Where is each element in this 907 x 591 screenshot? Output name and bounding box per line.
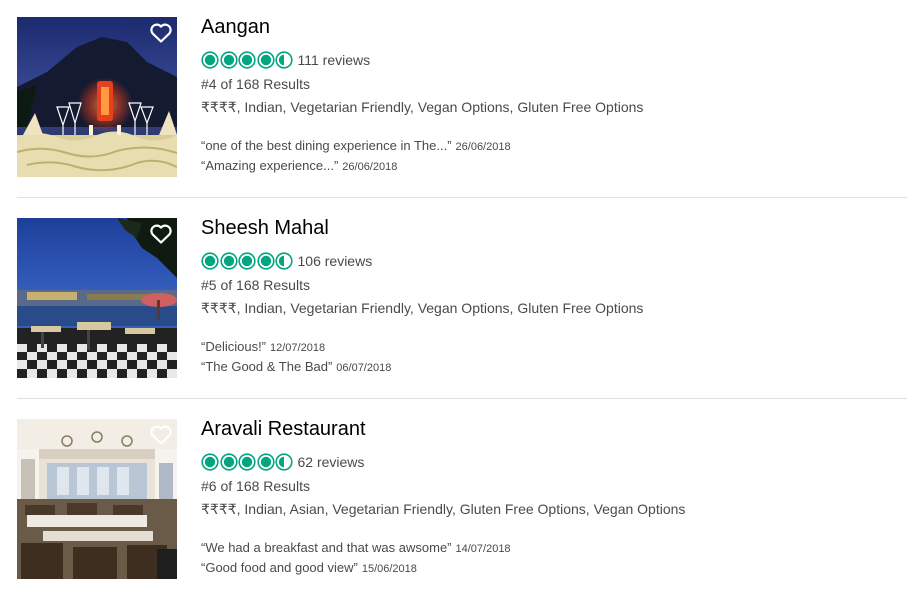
review-count[interactable]: 106 reviews — [298, 253, 373, 269]
rating-bubble — [238, 51, 256, 69]
ranking-text: #6 of 168 Results — [201, 478, 310, 494]
heart-icon[interactable] — [150, 23, 172, 43]
rating-row[interactable]: 111 reviews — [201, 50, 370, 70]
rating-bubbles-icon — [201, 51, 294, 69]
rating-bubbles-icon — [201, 252, 294, 270]
rating-bubble — [256, 51, 275, 69]
ranking-text: #4 of 168 Results — [201, 76, 310, 92]
rating-row[interactable]: 62 reviews — [201, 452, 364, 472]
cuisine-list: ₹₹₹₹, Indian, Vegetarian Friendly, Vegan… — [201, 99, 644, 115]
restaurant-listing: Sheesh Mahal 106 reviews #5 of 168 Resul… — [0, 198, 907, 399]
review-snippet: “one of the best dining experience in Th… — [201, 138, 511, 153]
restaurant-listing: Aravali Restaurant 62 reviews #6 of 168 … — [0, 399, 907, 591]
heart-icon[interactable] — [150, 224, 172, 244]
review-snippet: “Delicious!” 12/07/2018 — [201, 339, 325, 354]
review-quote[interactable]: “Delicious!” — [201, 339, 266, 354]
restaurant-name[interactable]: Aangan — [201, 16, 270, 39]
review-quote[interactable]: “Amazing experience...” — [201, 158, 338, 173]
rating-bubble — [201, 252, 219, 270]
rating-bubble — [275, 252, 293, 270]
review-quote[interactable]: “Good food and good view” — [201, 560, 358, 575]
rating-row[interactable]: 106 reviews — [201, 251, 372, 271]
cuisine-list: ₹₹₹₹, Indian, Asian, Vegetarian Friendly… — [201, 501, 686, 517]
rating-bubble — [238, 252, 256, 270]
review-count[interactable]: 111 reviews — [298, 52, 371, 68]
review-count[interactable]: 62 reviews — [298, 454, 365, 470]
restaurant-photo[interactable] — [17, 218, 177, 378]
review-snippet: “Good food and good view” 15/06/2018 — [201, 560, 417, 575]
rating-bubble — [219, 453, 238, 471]
rating-bubble — [219, 252, 238, 270]
rating-bubbles-icon — [201, 453, 294, 471]
review-snippet: “We had a breakfast and that was awsome”… — [201, 540, 511, 555]
restaurant-listing: Aangan 111 reviews #4 of 168 Results ₹₹₹… — [0, 0, 907, 198]
review-quote[interactable]: “one of the best dining experience in Th… — [201, 138, 452, 153]
rating-bubble — [238, 453, 256, 471]
rating-bubble — [275, 51, 293, 69]
rating-bubble — [275, 453, 293, 471]
rating-bubble — [219, 51, 238, 69]
review-quote[interactable]: “We had a breakfast and that was awsome” — [201, 540, 452, 555]
rating-bubble — [201, 51, 219, 69]
restaurant-name[interactable]: Aravali Restaurant — [201, 418, 366, 441]
review-date: 15/06/2018 — [361, 563, 417, 575]
cuisine-list: ₹₹₹₹, Indian, Vegetarian Friendly, Vegan… — [201, 300, 644, 316]
restaurant-name[interactable]: Sheesh Mahal — [201, 217, 329, 240]
rating-bubble — [201, 453, 219, 471]
review-snippet: “Amazing experience...” 26/06/2018 — [201, 158, 397, 173]
heart-icon[interactable] — [150, 425, 172, 445]
review-date: 14/07/2018 — [455, 543, 511, 555]
review-snippet: “The Good & The Bad” 06/07/2018 — [201, 359, 391, 374]
restaurant-photo[interactable] — [17, 419, 177, 579]
review-date: 26/06/2018 — [455, 141, 511, 153]
review-date: 06/07/2018 — [336, 362, 392, 374]
review-date: 26/06/2018 — [342, 161, 398, 173]
ranking-text: #5 of 168 Results — [201, 277, 310, 293]
rating-bubble — [256, 453, 275, 471]
rating-bubble — [256, 252, 275, 270]
restaurant-photo[interactable] — [17, 17, 177, 177]
review-date: 12/07/2018 — [270, 342, 326, 354]
review-quote[interactable]: “The Good & The Bad” — [201, 359, 332, 374]
